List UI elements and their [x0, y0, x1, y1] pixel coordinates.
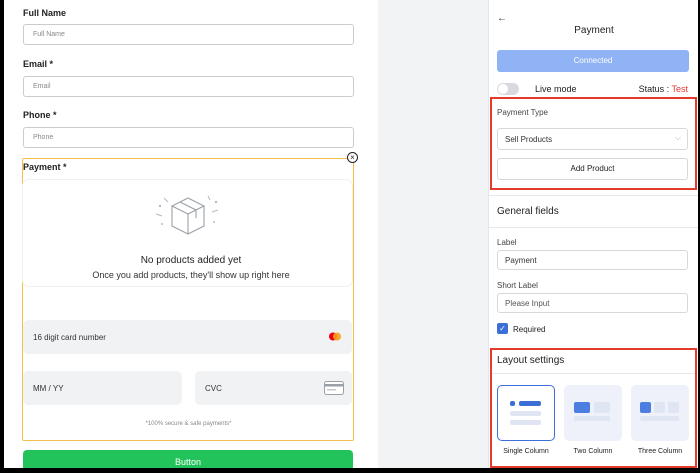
phone-label: Phone *: [23, 110, 57, 120]
secure-note: *100% secure & safe payments*: [145, 421, 232, 427]
canvas-gutter: [378, 0, 488, 468]
check-icon[interactable]: ✓: [497, 323, 508, 334]
live-mode-label: Live mode: [535, 84, 577, 94]
settings-panel: ← Payment Connected Live mode Status : T…: [488, 0, 698, 468]
layout-single-column[interactable]: [497, 385, 555, 441]
layout-caption: Three Column: [637, 448, 683, 455]
connected-button[interactable]: Connected: [497, 50, 689, 72]
divider: [492, 373, 695, 374]
short-label-input[interactable]: Please Input: [497, 293, 688, 313]
add-product-button[interactable]: Add Product: [497, 158, 688, 180]
close-icon[interactable]: ×: [347, 152, 358, 163]
expiry-placeholder: MM / YY: [33, 383, 64, 393]
status-value: Test: [671, 84, 688, 94]
empty-subtitle: Once you add products, they'll show up r…: [92, 270, 290, 280]
payment-type-value: Sell Products: [505, 135, 553, 144]
layout-two-column[interactable]: [564, 385, 622, 441]
screen: Full Name Full Name Email * Email Phone …: [0, 0, 700, 473]
payment-type-label: Payment Type: [497, 108, 548, 117]
cvc-placeholder: CVC: [205, 383, 222, 393]
email-input[interactable]: Email: [23, 76, 354, 97]
cvc-field[interactable]: CVC: [195, 371, 352, 405]
chevron-down-icon: ⌵: [674, 133, 681, 142]
card-number-placeholder: 16 digit card number: [33, 332, 106, 342]
card-number-field[interactable]: 16 digit card number: [23, 320, 352, 354]
empty-box-icon: [155, 195, 219, 235]
status-text: Status : Test: [639, 84, 688, 94]
form-preview: Full Name Full Name Email * Email Phone …: [4, 0, 378, 468]
payment-type-select[interactable]: Sell Products ⌵: [497, 128, 688, 150]
short-label-caption: Short Label: [497, 281, 538, 290]
empty-title: No products added yet: [140, 255, 242, 266]
layout-settings-title: Layout settings: [497, 355, 565, 366]
card-icon: [324, 381, 344, 395]
general-fields-title: General fields: [497, 206, 559, 217]
panel-title: Payment: [574, 25, 614, 36]
back-arrow-icon[interactable]: ←: [497, 13, 507, 24]
layout-caption: Two Column: [573, 448, 613, 455]
full-name-label: Full Name: [23, 8, 67, 18]
label-input[interactable]: Payment: [497, 250, 688, 270]
email-label: Email *: [23, 59, 54, 69]
full-name-input[interactable]: Full Name: [23, 24, 354, 45]
status-label: Status :: [638, 84, 672, 94]
expiry-field[interactable]: MM / YY: [23, 371, 182, 405]
label-caption: Label: [497, 238, 517, 247]
required-label: Required: [513, 325, 546, 334]
layout-caption: Single Column: [503, 448, 549, 455]
live-mode-toggle[interactable]: [497, 83, 519, 95]
layout-three-column[interactable]: [631, 385, 689, 441]
submit-button[interactable]: Button: [23, 450, 353, 468]
mastercard-icon: [329, 332, 341, 341]
divider: [489, 195, 698, 196]
payment-label: Payment *: [23, 162, 67, 172]
phone-input[interactable]: Phone: [23, 127, 354, 148]
divider: [489, 227, 698, 228]
